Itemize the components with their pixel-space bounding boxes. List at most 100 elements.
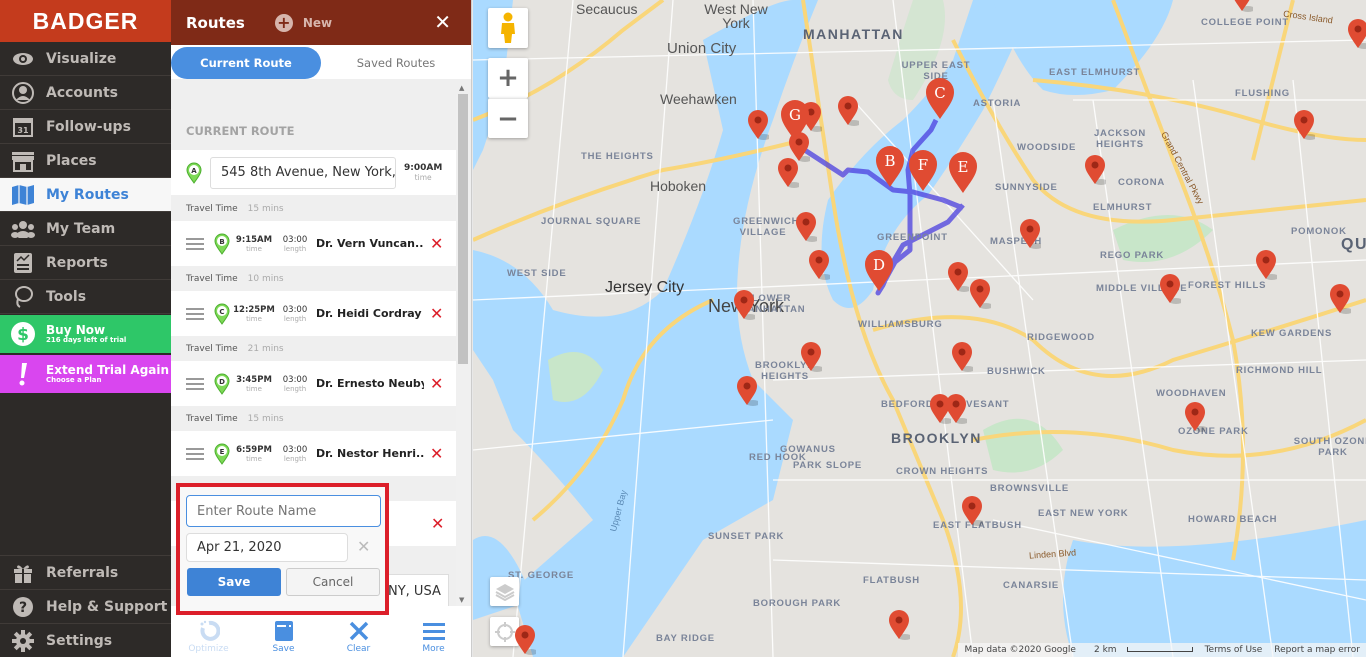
sidebar-item-referrals[interactable]: Referrals	[0, 555, 171, 589]
popover-save-button[interactable]: Save	[187, 568, 281, 596]
map-label: FOREST HILLS	[1188, 280, 1267, 291]
section-title: CURRENT ROUTE	[186, 124, 295, 138]
account-marker-icon[interactable]	[1293, 110, 1317, 140]
map-label: JOURNAL SQUARE	[541, 216, 642, 227]
account-marker-icon[interactable]	[1084, 155, 1108, 185]
account-marker-icon[interactable]	[808, 250, 832, 280]
sidebar-item-settings[interactable]: Settings	[0, 623, 171, 657]
storefront-icon	[0, 150, 46, 172]
map-icon	[0, 184, 46, 206]
map-label: CROWN HEIGHTS	[896, 466, 989, 477]
remove-stop-icon[interactable]: ✕	[430, 304, 443, 323]
account-marker-icon[interactable]	[947, 262, 971, 292]
popover-cancel-button[interactable]: Cancel	[286, 568, 380, 596]
route-stop-marker-e[interactable]: E	[948, 152, 978, 194]
logo[interactable]: BADGER	[0, 0, 171, 42]
drag-handle-icon[interactable]	[186, 447, 204, 460]
drag-handle-icon[interactable]	[186, 307, 204, 320]
zoom-out-button[interactable]: −	[488, 98, 528, 138]
account-marker-icon[interactable]	[1255, 250, 1279, 280]
sidebar-item-visualize[interactable]: Visualize	[0, 42, 171, 76]
sidebar-item-my-team[interactable]: My Team	[0, 212, 171, 246]
panel-scrollbar[interactable]: ▲ ▼	[456, 84, 470, 606]
drag-handle-icon[interactable]	[186, 377, 204, 390]
stop-name: Dr. Nestor Henri...	[316, 447, 424, 460]
close-icon[interactable]: ✕	[434, 10, 451, 34]
tab-current-route[interactable]: Current Route	[171, 46, 321, 79]
route-stop-marker-g[interactable]: G	[780, 100, 810, 142]
account-marker-icon[interactable]	[800, 342, 824, 372]
route-stop-marker-b[interactable]: B	[875, 146, 905, 188]
tab-saved-routes[interactable]: Saved Routes	[321, 47, 471, 79]
account-marker-icon[interactable]	[951, 342, 975, 372]
route-name-input[interactable]	[186, 495, 381, 527]
more-button[interactable]: More	[396, 606, 471, 657]
pin-a-icon: A	[186, 162, 202, 184]
sidebar-item-accounts[interactable]: Accounts	[0, 76, 171, 110]
report-error-link[interactable]: Report a map error	[1268, 645, 1366, 655]
new-route-button[interactable]: + New	[274, 13, 332, 32]
route-stop-row[interactable]: C 12:25PM time 03:00 length Dr. Heidi Cord…	[171, 291, 456, 336]
pin-b-icon: B	[214, 233, 230, 255]
account-marker-icon[interactable]	[1019, 219, 1043, 249]
sidebar-item-places[interactable]: Places	[0, 144, 171, 178]
layers-button[interactable]	[490, 577, 519, 606]
route-stop-row[interactable]: B 9:15AM time 03:00 length Dr. Vern Vuncan…	[171, 221, 456, 266]
account-marker-icon[interactable]	[747, 110, 771, 140]
sidebar-item-my-routes[interactable]: My Routes	[0, 178, 171, 212]
account-marker-icon[interactable]	[1231, 0, 1255, 12]
drag-handle-icon[interactable]	[186, 237, 204, 250]
terms-link[interactable]: Terms of Use	[1199, 645, 1269, 655]
map-label: GOWANUS	[780, 444, 836, 455]
save-label: Save	[272, 644, 295, 654]
account-marker-icon[interactable]	[961, 496, 985, 526]
sidebar-item-help[interactable]: ? Help & Support	[0, 589, 171, 623]
zoom-in-button[interactable]: +	[488, 58, 528, 98]
scale-indicator[interactable]: 2 km	[1082, 645, 1199, 655]
sidebar-item-label: Tools	[46, 288, 87, 305]
remove-stop-icon[interactable]: ✕	[430, 374, 443, 393]
route-stop-marker-c[interactable]: C	[925, 78, 955, 120]
map-label: GREENPOINT	[877, 232, 948, 243]
sidebar-item-follow-ups[interactable]: 31 Follow-ups	[0, 110, 171, 144]
account-marker-icon[interactable]	[888, 610, 912, 640]
svg-text:C: C	[219, 308, 224, 316]
remove-stop-icon[interactable]: ✕	[430, 444, 443, 463]
extend-trial-title: Extend Trial Again	[46, 363, 170, 377]
remove-stop-icon[interactable]: ✕	[431, 514, 444, 533]
account-marker-icon[interactable]	[514, 625, 538, 655]
street-view-pegman[interactable]	[488, 8, 528, 48]
account-marker-icon[interactable]	[777, 158, 801, 188]
account-marker-icon[interactable]	[1329, 284, 1353, 314]
buy-now-button[interactable]: $ Buy Now 216 days left of trial	[0, 315, 171, 353]
route-date-input[interactable]: Apr 21, 2020	[186, 533, 348, 562]
travel-time-row: Travel Time 15 mins	[171, 196, 456, 221]
clear-date-icon[interactable]: ✕	[357, 537, 370, 556]
account-marker-icon[interactable]	[1184, 402, 1208, 432]
remove-stop-icon[interactable]: ✕	[430, 234, 443, 253]
account-marker-icon[interactable]	[837, 96, 861, 126]
account-marker-icon[interactable]	[736, 376, 760, 406]
stop-time: 12:25PM	[233, 304, 275, 315]
start-address-input[interactable]	[210, 156, 396, 189]
route-stop-row[interactable]: E 6:59PM time 03:00 length Dr. Nestor Henr…	[171, 431, 456, 476]
route-stop-row[interactable]: D 3:45PM time 03:00 length Dr. Ernesto Neu…	[171, 361, 456, 406]
scroll-thumb[interactable]	[458, 94, 468, 364]
account-marker-icon[interactable]	[1159, 274, 1183, 304]
scroll-up-icon[interactable]: ▲	[459, 84, 464, 92]
account-marker-icon[interactable]	[795, 212, 819, 242]
account-marker-icon[interactable]	[733, 290, 757, 320]
account-marker-icon[interactable]	[1347, 19, 1366, 49]
account-marker-icon[interactable]	[969, 279, 993, 309]
map[interactable]: Secaucus West New York Union City Weehaw…	[473, 0, 1366, 657]
route-stop-marker-f[interactable]: F	[908, 150, 938, 192]
svg-text:G: G	[789, 106, 801, 124]
account-marker-icon[interactable]	[945, 394, 969, 424]
end-address-input[interactable]: NY, USA	[383, 574, 449, 608]
optimize-label: Optimize	[188, 644, 229, 654]
scroll-down-icon[interactable]: ▼	[459, 596, 464, 604]
sidebar-item-reports[interactable]: Reports	[0, 246, 171, 280]
extend-trial-button[interactable]: Extend Trial Again Choose a Plan	[0, 355, 171, 393]
sidebar-item-tools[interactable]: Tools	[0, 280, 171, 314]
route-stop-marker-d[interactable]: D	[864, 250, 894, 292]
